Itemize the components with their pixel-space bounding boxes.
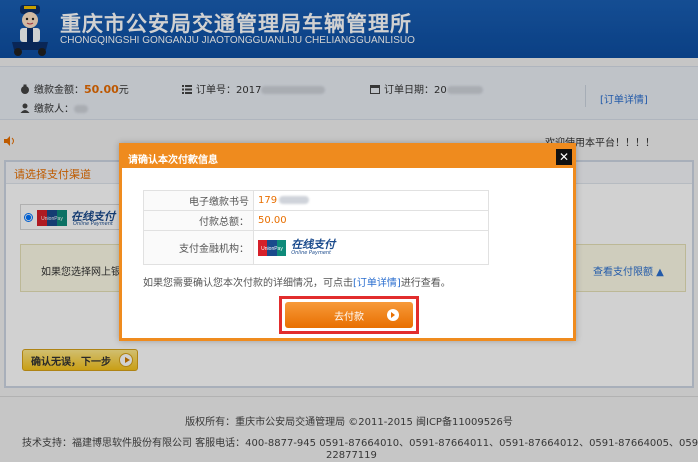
unionpay-label: 在线支付: [291, 238, 336, 251]
table-row: 付款总额： 50.00: [143, 210, 489, 231]
go-pay-label: 去付款: [334, 311, 364, 323]
confirm-payment-dialog: 请确认本次付款信息 ✕ 电子缴款书号 179 付款总额： 50.00 支付金融机…: [119, 143, 576, 341]
order-detail-link[interactable]: [订单详情]: [353, 278, 401, 289]
total-amount-value: 50.00: [253, 210, 489, 231]
unionpay-logo-icon: UnionPay: [258, 239, 286, 256]
unionpay-brand-text: UnionPay: [261, 246, 283, 252]
receipt-number-value: 179: [253, 190, 489, 211]
table-row: 支付金融机构： UnionPay 在线支付 Online Payment: [143, 230, 489, 265]
institution-value: UnionPay 在线支付 Online Payment: [253, 230, 489, 265]
dialog-note: 如果您需要确认您本次付款的详细情况，可点击[订单详情]进行查看。: [143, 278, 451, 289]
table-row: 电子缴款书号 179: [143, 190, 489, 211]
unionpay-label-en: Online Payment: [291, 250, 332, 256]
dialog-title: 请确认本次付款信息: [128, 155, 218, 166]
dialog-header: 请确认本次付款信息: [122, 146, 573, 168]
total-amount-label: 付款总额：: [143, 210, 254, 231]
receipt-number-label: 电子缴款书号: [143, 190, 254, 211]
go-pay-button[interactable]: 去付款: [285, 302, 413, 328]
pay-button-highlight: 去付款: [279, 296, 419, 334]
arrow-right-icon: [387, 309, 399, 321]
institution-label: 支付金融机构：: [143, 230, 254, 265]
close-button[interactable]: ✕: [556, 149, 572, 165]
payment-info-table: 电子缴款书号 179 付款总额： 50.00 支付金融机构： UnionPay …: [143, 190, 489, 265]
